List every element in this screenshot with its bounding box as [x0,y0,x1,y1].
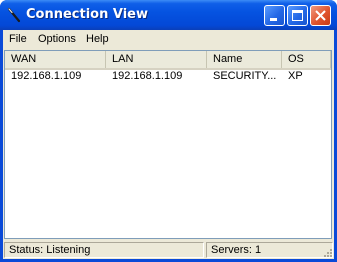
connection-list[interactable]: WAN LAN Name OS 192.168.1.109 192.168.1.… [4,50,332,239]
close-button[interactable] [310,5,331,26]
minimize-icon [270,18,277,21]
maximize-icon [292,10,303,21]
menu-bar: File Options Help [3,30,334,49]
list-header: WAN LAN Name OS [5,51,331,70]
servers-count: Servers: 1 [206,242,333,258]
table-row[interactable]: 192.168.1.109 192.168.1.109 SECURITY... … [5,70,331,84]
minimize-button[interactable] [264,5,285,26]
status-text: Status: Listening [4,242,204,258]
cell-os: XP [288,70,303,82]
column-header-os[interactable]: OS [282,51,331,68]
app-window: Connection View File Options Help WAN LA… [0,0,337,262]
title-bar[interactable]: Connection View [0,0,337,30]
cell-wan: 192.168.1.109 [11,70,82,82]
window-client: File Options Help WAN LAN Name OS 192.16… [3,30,334,259]
maximize-button[interactable] [287,5,308,26]
cell-name: SECURITY... [213,70,277,82]
close-icon [315,10,326,21]
menu-file[interactable]: File [9,33,27,45]
window-title: Connection View [26,7,149,22]
menu-help[interactable]: Help [86,33,109,45]
pen-icon [6,7,22,23]
menu-options[interactable]: Options [38,33,76,45]
column-header-name[interactable]: Name [207,51,282,68]
cell-lan: 192.168.1.109 [112,70,183,82]
status-bar: Status: Listening Servers: 1 [3,241,334,259]
resize-grip-icon[interactable] [322,247,333,258]
column-header-wan[interactable]: WAN [5,51,106,68]
column-header-lan[interactable]: LAN [106,51,207,68]
